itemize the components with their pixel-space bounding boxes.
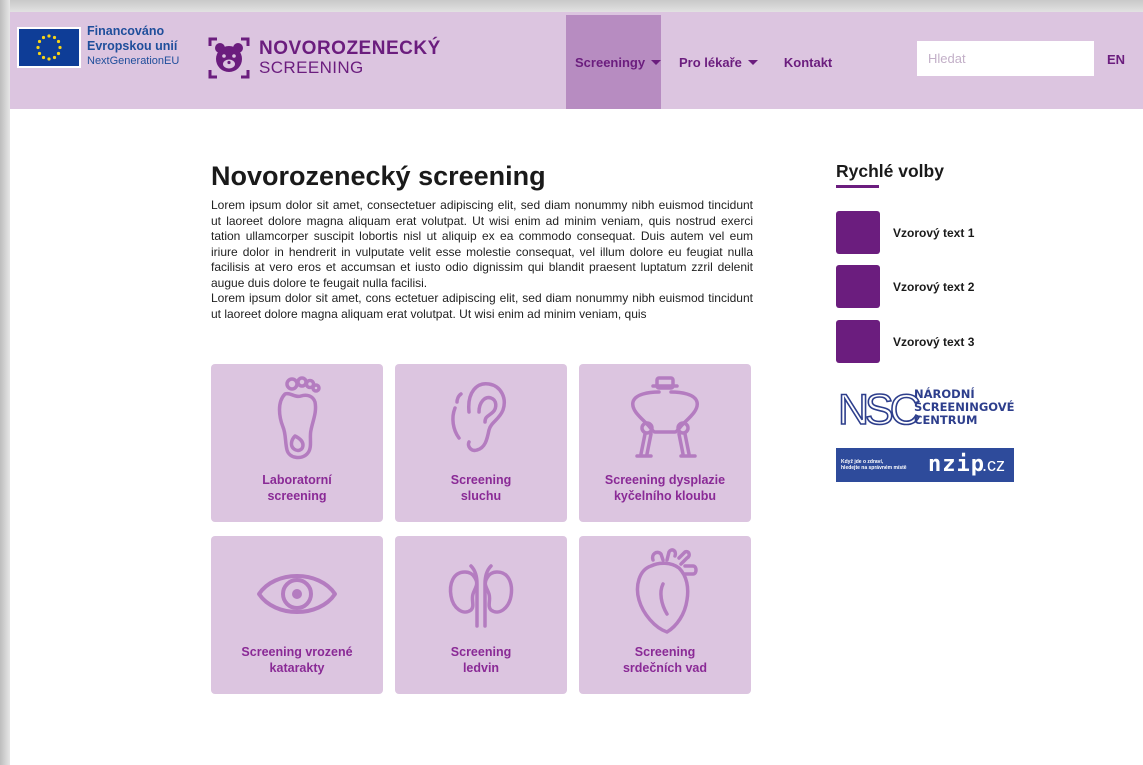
site-header: Financováno Evropskou unií NextGeneratio… xyxy=(10,12,1143,109)
nsc-logo[interactable]: NSC NÁRODNÍ SCREENINGOVÉ CENTRUM xyxy=(836,384,1016,435)
tile-laboratorni-screening[interactable]: Laboratorní screening xyxy=(211,364,383,522)
logo-subtitle: SCREENING xyxy=(259,58,364,77)
quick-link-square-icon xyxy=(836,211,880,254)
nsc-line1: NÁRODNÍ xyxy=(914,386,975,401)
tile-label-line1: Screening xyxy=(634,645,696,659)
nsc-mark: NSC xyxy=(838,386,920,428)
page-title: Novorozenecký screening xyxy=(211,161,546,191)
intro-paragraph-1: Lorem ipsum dolor sit amet, consectetuer… xyxy=(211,198,753,290)
eu-funding-badge[interactable]: Financováno Evropskou unií NextGeneratio… xyxy=(17,24,180,69)
logo-title: NOVOROZENECKÝ xyxy=(259,38,441,59)
eu-text-line3: NextGenerationEU xyxy=(87,55,180,67)
tile-label-line2: screening xyxy=(267,489,327,503)
intro-text: Lorem ipsum dolor sit amet, consectetuer… xyxy=(211,198,753,322)
caret-down-icon xyxy=(747,59,758,65)
site-logo[interactable]: NOVOROZENECKÝ SCREENING xyxy=(208,37,441,79)
nav-item-pro-lekare[interactable]: Pro lékaře xyxy=(661,15,770,109)
nzip-tld: .cz xyxy=(982,455,1006,475)
heart-icon xyxy=(635,548,698,634)
quick-link-square-icon xyxy=(836,320,880,363)
quick-link-label: Vzorový text 3 xyxy=(893,334,975,349)
quick-link-1[interactable]: Vzorový text 1 xyxy=(836,211,974,254)
tile-label-line1: Screening vrozené xyxy=(241,645,353,659)
tile-label-line2: sluchu xyxy=(460,489,502,503)
nav-label-pro-lekare: Pro lékaře xyxy=(679,54,742,70)
nav-item-kontakt[interactable]: Kontakt xyxy=(770,15,846,109)
kidneys-icon xyxy=(448,564,514,628)
nzip-small-line2: hledejte na správném místě xyxy=(841,465,907,471)
nav-label-screeningy: Screeningy xyxy=(575,54,646,70)
tile-label-line2: ledvin xyxy=(462,661,500,675)
nav-label-kontakt: Kontakt xyxy=(783,54,833,70)
hip-joint-icon xyxy=(631,376,699,458)
tile-screening-katarakty[interactable]: Screening vrozené katarakty xyxy=(211,536,383,694)
title-underline xyxy=(836,185,879,188)
eu-text-line1: Financováno xyxy=(87,24,165,38)
quick-link-3[interactable]: Vzorový text 3 xyxy=(836,320,974,363)
nzip-brand: nzip xyxy=(928,452,985,477)
quick-links-title: Rychlé volby xyxy=(836,161,944,181)
nav-item-screeningy[interactable]: Screeningy xyxy=(566,15,662,109)
search-input[interactable] xyxy=(917,41,1094,76)
page: Financováno Evropskou unií NextGeneratio… xyxy=(10,12,1143,765)
window-frame-top xyxy=(0,0,1143,12)
nsc-line3: CENTRUM xyxy=(914,413,977,427)
tile-screening-srdecnich-vad[interactable]: Screening srdečních vad xyxy=(579,536,751,694)
window-frame-left xyxy=(0,0,10,765)
eye-icon xyxy=(257,574,337,614)
tile-label-line1: Screening dysplazie xyxy=(604,473,726,487)
tile-screening-dysplazie[interactable]: Screening dysplazie kyčelního kloubu xyxy=(579,364,751,522)
quick-link-square-icon xyxy=(836,265,880,308)
ear-icon xyxy=(451,382,506,453)
tile-screening-ledvin[interactable]: Screening ledvin xyxy=(395,536,567,694)
teddy-bear-icon xyxy=(208,37,250,79)
tile-screening-sluchu[interactable]: Screening sluchu xyxy=(395,364,567,522)
tile-label-line1: Screening xyxy=(450,473,512,487)
tile-label-line2: kyčelního kloubu xyxy=(613,489,717,503)
eu-flag-icon xyxy=(17,27,81,68)
language-switch[interactable]: EN xyxy=(1107,52,1125,67)
tile-label-line1: Laboratorní xyxy=(262,473,332,487)
foot-icon xyxy=(277,376,321,460)
tile-label-line1: Screening xyxy=(450,645,512,659)
quick-link-label: Vzorový text 2 xyxy=(893,279,975,294)
caret-down-icon xyxy=(651,59,662,65)
tile-label-line2: srdečních vad xyxy=(622,661,708,675)
quick-link-label: Vzorový text 1 xyxy=(893,225,975,240)
main-nav: Screeningy Pro lékaře Kontakt xyxy=(566,15,846,109)
quick-link-2[interactable]: Vzorový text 2 xyxy=(836,265,974,308)
tile-label-line2: katarakty xyxy=(269,661,325,675)
nzip-banner[interactable]: Když jde o zdraví, hledejte na správném … xyxy=(836,448,1014,482)
intro-paragraph-2: Lorem ipsum dolor sit amet, cons ectetue… xyxy=(211,291,753,321)
nsc-line2: SCREENINGOVÉ xyxy=(914,399,1015,414)
eu-text-line2: Evropskou unií xyxy=(87,39,178,53)
